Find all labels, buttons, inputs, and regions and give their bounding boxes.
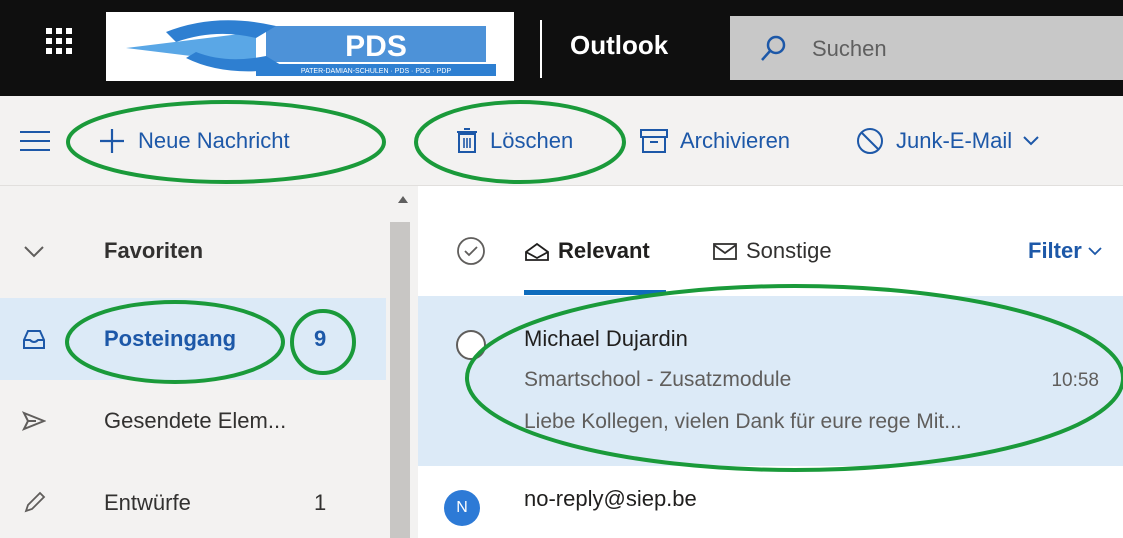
hamburger-menu-icon[interactable] xyxy=(20,131,56,153)
archive-label: Archivieren xyxy=(680,128,791,153)
draft-count-badge: 1 xyxy=(314,490,327,515)
delete-button[interactable]: Löschen xyxy=(456,96,573,186)
chevron-down-icon[interactable] xyxy=(1022,135,1040,147)
search-box[interactable]: Suchen xyxy=(730,16,1123,80)
archive-button[interactable]: Archivieren xyxy=(640,96,790,186)
message-preview: Liebe Kollegen, vielen Dank für eure reg… xyxy=(524,410,962,433)
folder-scrollbar[interactable] xyxy=(386,186,418,538)
message-sender: no-reply@siep.be xyxy=(524,486,697,511)
header-divider xyxy=(540,20,542,78)
search-input[interactable]: Suchen xyxy=(812,36,887,62)
sidebar-item-label: Entwürfe xyxy=(104,490,191,515)
plus-icon xyxy=(100,129,124,153)
organization-logo[interactable]: PDS PATER-DAMIAN-SCHULEN · PDS · PDG · P… xyxy=(106,12,514,81)
tab-other[interactable]: Sonstige xyxy=(712,238,832,264)
new-message-button[interactable]: Neue Nachricht xyxy=(98,96,290,186)
mail-icon xyxy=(713,243,737,260)
sidebar-item-label: Favoriten xyxy=(104,238,204,263)
inbox-tabs: Relevant Sonstige Filter xyxy=(418,186,1123,296)
scroll-up-arrow-icon[interactable] xyxy=(398,196,408,203)
tab-label: Relevant xyxy=(558,238,650,263)
list-item[interactable]: Michael Dujardin Smartschool - Zusatzmod… xyxy=(418,296,1123,466)
scroll-thumb[interactable] xyxy=(390,222,410,538)
logo-text: PDS xyxy=(345,30,407,63)
search-icon xyxy=(761,35,786,61)
chevron-down-icon[interactable] xyxy=(22,239,46,263)
junk-email-label: Junk-E-Mail xyxy=(896,128,1013,153)
tab-relevant[interactable]: Relevant xyxy=(524,238,650,264)
app-title[interactable]: Outlook xyxy=(570,30,668,61)
chevron-down-icon xyxy=(1088,247,1102,256)
delete-label: Löschen xyxy=(490,128,574,153)
sidebar-item-drafts[interactable]: Entwürfe 1 xyxy=(0,462,386,538)
pencil-icon xyxy=(24,491,46,513)
command-bar: Neue Nachricht Löschen Archivieren Junk-… xyxy=(0,96,1123,186)
avatar: N xyxy=(444,490,480,526)
sidebar-item-label: Gesendete Elem... xyxy=(104,408,287,433)
archive-icon xyxy=(640,129,668,153)
send-icon xyxy=(22,411,46,431)
select-message-radio[interactable] xyxy=(456,330,486,360)
app-launcher-icon[interactable] xyxy=(46,28,72,54)
list-item[interactable]: N no-reply@siep.be xyxy=(418,466,1123,538)
active-tab-indicator xyxy=(524,290,666,295)
junk-email-button[interactable]: Junk-E-Mail xyxy=(856,96,1040,186)
message-subject: Smartschool - Zusatzmodule xyxy=(524,368,792,391)
sidebar-item-sent[interactable]: Gesendete Elem... xyxy=(0,380,386,462)
message-list: Relevant Sonstige Filter Michael Dujardi… xyxy=(418,186,1123,538)
trash-icon xyxy=(457,128,477,153)
tab-label: Sonstige xyxy=(746,238,832,263)
new-message-label: Neue Nachricht xyxy=(138,128,290,153)
inbox-icon xyxy=(23,330,45,349)
block-icon xyxy=(857,128,883,154)
filter-label: Filter xyxy=(1028,238,1082,263)
unread-count-badge: 9 xyxy=(314,326,327,351)
sidebar-item-inbox[interactable]: Posteingang 9 xyxy=(0,298,386,380)
focused-inbox-icon xyxy=(525,242,549,261)
folder-pane: Favoriten Posteingang 9 Gesendete Elem..… xyxy=(0,186,386,538)
top-bar: PDS PATER-DAMIAN-SCHULEN · PDS · PDG · P… xyxy=(0,0,1123,96)
filter-button[interactable]: Filter xyxy=(1028,238,1102,264)
select-all-checkbox-icon[interactable] xyxy=(456,236,486,266)
sidebar-item-favorites[interactable]: Favoriten xyxy=(0,210,386,292)
sidebar-item-label: Posteingang xyxy=(104,326,237,351)
message-sender: Michael Dujardin xyxy=(524,326,688,351)
message-time: 10:58 xyxy=(1051,370,1099,391)
logo-subtext: PATER-DAMIAN-SCHULEN · PDS · PDG · PDP xyxy=(301,68,452,75)
